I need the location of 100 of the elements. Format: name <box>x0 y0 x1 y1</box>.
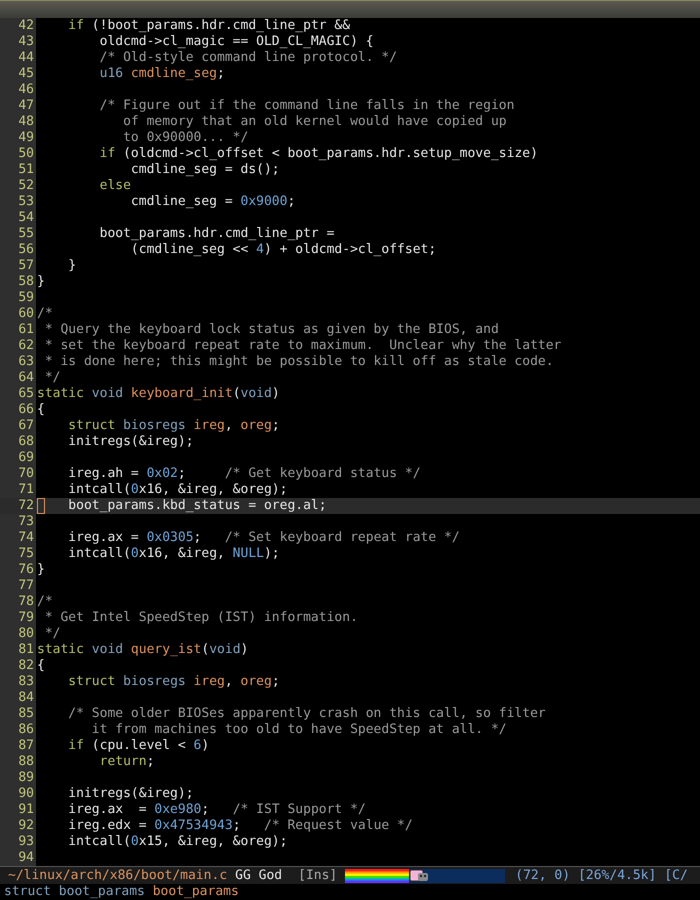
line-number: 78 <box>17 594 34 610</box>
line-number: 56 <box>17 242 34 258</box>
line-number: 46 <box>17 82 34 98</box>
mode-names: GG God <box>235 868 282 884</box>
line-number: 43 <box>17 34 34 50</box>
line-number: 63 <box>17 354 34 370</box>
line-number: 72 <box>17 498 34 514</box>
code-line: of memory that an old kernel would have copied up <box>122 114 507 129</box>
line-number: 47 <box>17 98 34 114</box>
line-number: 48 <box>17 114 34 130</box>
line-number: 70 <box>17 466 34 482</box>
code-line: else <box>98 178 131 193</box>
line-number: 80 <box>17 626 34 642</box>
line-number: 81 <box>17 642 34 658</box>
code-line: { <box>37 402 45 417</box>
line-number: 73 <box>17 514 34 530</box>
cursor-position: (72, 0) <box>515 868 570 884</box>
code-line: if (cpu.level < 6) <box>67 738 210 753</box>
line-number: 91 <box>17 802 34 818</box>
code-line: static void keyboard_init(void) <box>37 386 280 401</box>
buffer-size: [26%/4.5k] <box>578 868 656 884</box>
code-line: return; <box>98 754 154 769</box>
line-number: 51 <box>17 162 34 178</box>
line-number: 82 <box>17 658 34 674</box>
line-number: 74 <box>17 530 34 546</box>
line-number: 89 <box>17 770 34 786</box>
line-number: 71 <box>17 482 34 498</box>
line-number: 55 <box>17 226 34 242</box>
line-number: 68 <box>17 434 34 450</box>
code-line: * Query the keyboard lock status as given by the BIOS, and <box>44 322 499 337</box>
line-number: 64 <box>17 370 34 386</box>
file-path: ~/linux/arch/x86/boot/main.c <box>8 868 228 884</box>
line-number: 59 <box>17 290 34 306</box>
code-line: if (oldcmd->cl_offset < boot_params.hdr.setup_move_size) <box>98 146 538 161</box>
code-line: /* <box>37 306 53 321</box>
line-number: 54 <box>17 210 34 226</box>
line-number: 94 <box>17 850 34 866</box>
code-line: * is done here; this might be possible to kill off as stale code. <box>44 354 554 369</box>
line-number: 45 <box>17 66 34 82</box>
line-number: 75 <box>17 546 34 562</box>
line-number: 53 <box>17 194 34 210</box>
code-line: { <box>37 658 45 673</box>
code-line: initregs(&ireg); <box>67 434 194 449</box>
line-number: 77 <box>17 578 34 594</box>
line-number: 57 <box>17 258 34 274</box>
line-number: 66 <box>17 402 34 418</box>
line-number: 92 <box>17 818 34 834</box>
line-number: 90 <box>17 786 34 802</box>
line-number: 62 <box>17 338 34 354</box>
line-number: 50 <box>17 146 34 162</box>
code-line: */ <box>44 370 60 385</box>
echo-area-text: struct boot_params boot_params <box>4 884 239 899</box>
line-number: 69 <box>17 450 34 466</box>
line-number: 61 <box>17 322 34 338</box>
code-line: * set the keyboard repeat rate to maximum. Unclear why the latter <box>44 338 562 353</box>
code-line: oldcmd->cl_magic == OLD_CL_MAGIC) { <box>98 34 374 49</box>
line-number: 88 <box>17 754 34 770</box>
line-number: 76 <box>17 562 34 578</box>
code-line: struct biosregs ireg, oreg; <box>67 674 280 689</box>
code-line: ireg.ax = 0xe980; /* IST Support */ <box>67 802 366 817</box>
code-line: /* Old-style command line protocol. */ <box>98 50 398 65</box>
code-line: struct biosregs ireg, oreg; <box>67 418 280 433</box>
major-mode: [C/ <box>664 868 688 884</box>
code-line: cmdline_seg = 0x9000; <box>130 194 296 209</box>
code-line: intcall(0x15, &ireg, &oreg); <box>67 834 288 849</box>
line-number: 65 <box>17 386 34 402</box>
line-number: 93 <box>17 834 34 850</box>
code-line: static void query_ist(void) <box>37 642 248 657</box>
code-line: to 0x90000... */ <box>122 130 248 145</box>
code-line: * Get Intel SpeedStep (IST) information. <box>44 610 358 625</box>
code-line: ireg.ah = 0x02; /* Get keyboard status */ <box>67 466 421 481</box>
line-number: 79 <box>17 610 34 626</box>
code-line: ireg.ax = 0x0305; /* Set keyboard repeat rate */ <box>67 530 460 545</box>
code-line: if (!boot_params.hdr.cmd_line_ptr && <box>67 18 350 33</box>
code-line: */ <box>44 626 60 641</box>
code-line: boot_params.hdr.cmd_line_ptr = <box>98 226 334 241</box>
code-line: initregs(&ireg); <box>67 786 194 801</box>
line-number: 84 <box>17 690 34 706</box>
line-number: 60 <box>17 306 34 322</box>
code-line: (cmdline_seg << 4) + oldcmd->cl_offset; <box>130 242 436 257</box>
code-line: /* <box>37 594 53 609</box>
line-number: 44 <box>17 50 34 66</box>
input-state: [Ins] <box>298 868 338 884</box>
line-number: 52 <box>17 178 34 194</box>
line-number: 83 <box>17 674 34 690</box>
code-line: ireg.edx = 0x47534943; /* Request value */ <box>67 818 413 833</box>
code-line: cmdline_seg = ds(); <box>130 162 280 177</box>
line-number: 87 <box>17 738 34 754</box>
code-line: intcall(0x16, &ireg, NULL); <box>67 546 280 561</box>
line-number: 85 <box>17 706 34 722</box>
line-number: 86 <box>17 722 34 738</box>
code-line: } <box>37 274 45 289</box>
code-line: u16 cmdline_seg; <box>98 66 225 81</box>
code-line: it from machines too old to have SpeedStep at all. */ <box>90 722 507 737</box>
code-line: } <box>37 562 45 577</box>
line-number: 67 <box>17 418 34 434</box>
code-line: /* Some older BIOSes apparently crash on this call, so filter <box>67 706 546 721</box>
line-number: 49 <box>17 130 34 146</box>
code-line: boot_params.kbd_status = oreg.al; <box>67 498 327 513</box>
code-line: intcall(0x16, &ireg, &oreg); <box>67 482 288 497</box>
